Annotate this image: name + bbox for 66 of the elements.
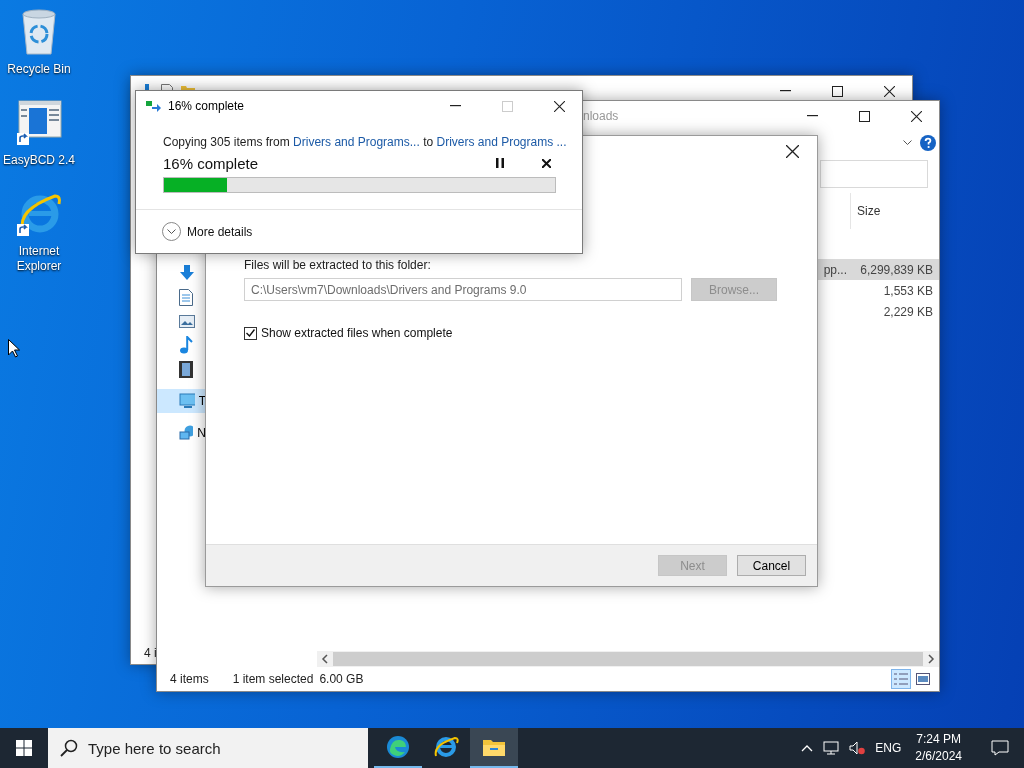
document-icon xyxy=(179,288,193,306)
checkbox[interactable] xyxy=(244,326,257,340)
desktop-icon-label[interactable]: Internet Explorer xyxy=(1,244,77,274)
taskbar-search-field[interactable]: Type here to search xyxy=(48,728,368,768)
computer-icon xyxy=(179,393,195,409)
column-header[interactable]: Size xyxy=(850,193,931,229)
minimize-icon xyxy=(449,105,461,107)
network-icon[interactable] xyxy=(823,741,840,755)
close-icon xyxy=(553,100,565,112)
window-title: 16% complete xyxy=(168,99,246,113)
minimize-icon xyxy=(779,90,791,92)
music-note-icon xyxy=(179,336,193,354)
field-label: Files will be extracted to this folder: xyxy=(244,258,432,272)
chevron-down-icon[interactable] xyxy=(903,140,912,146)
status-text: 4 i xyxy=(144,646,157,660)
copy-icon xyxy=(146,100,162,112)
internet-explorer-icon xyxy=(433,735,459,759)
source-link[interactable]: Drivers and Programs... xyxy=(293,135,420,149)
help-icon[interactable] xyxy=(920,135,936,151)
film-icon xyxy=(179,360,193,378)
minimize-icon xyxy=(806,115,818,117)
file-size: 6,299,839 KB xyxy=(859,262,933,277)
file-name: pp... xyxy=(823,262,847,277)
checkbox-label[interactable]: Show extracted files when complete xyxy=(261,326,453,340)
notification-icon xyxy=(991,740,1009,756)
pictures-icon xyxy=(179,314,195,328)
application-shortcut-icon xyxy=(15,99,63,147)
thumbnail-view-icon xyxy=(916,673,930,685)
status-text: 6.00 GB xyxy=(319,672,364,686)
volume-muted-icon[interactable] xyxy=(849,741,866,755)
navigation-item[interactable]: N xyxy=(157,421,206,445)
recycle-bin-icon xyxy=(19,8,59,56)
language-indicator[interactable]: ENG xyxy=(875,739,902,757)
progress-heading: 16% complete xyxy=(163,154,260,172)
window-title: nloads xyxy=(583,109,620,123)
destination-link[interactable]: Drivers and Programs ... xyxy=(436,135,567,149)
status-text: 1 item selected xyxy=(232,672,314,686)
desktop-icon-label[interactable]: EasyBCD 2.4 xyxy=(1,153,77,168)
more-details-button[interactable]: More details xyxy=(162,222,253,241)
mouse-cursor xyxy=(8,339,20,358)
maximize-icon xyxy=(501,100,513,112)
network-icon xyxy=(179,425,194,441)
pause-icon xyxy=(496,158,504,168)
chevron-up-icon[interactable] xyxy=(801,744,814,752)
windows-logo-icon xyxy=(16,740,32,756)
download-arrow-icon xyxy=(179,264,195,282)
maximize-icon xyxy=(858,110,870,122)
clock[interactable]: 7:24 PM 2/6/2024 xyxy=(915,731,962,765)
search-field[interactable] xyxy=(820,160,928,188)
close-icon xyxy=(883,85,895,97)
taskbar-app-button[interactable] xyxy=(470,728,518,768)
close-icon xyxy=(785,144,799,158)
chevron-circle-icon xyxy=(162,222,181,241)
scrollbar-thumb[interactable] xyxy=(333,652,923,666)
dialog-button[interactable]: Cancel xyxy=(737,555,806,576)
close-icon xyxy=(541,158,551,168)
file-size: 2,229 KB xyxy=(882,304,933,319)
close-icon xyxy=(910,110,922,122)
edge-browser-icon xyxy=(386,735,410,759)
folder-path-field[interactable]: C:\Users\vm7\Downloads\Drivers and Programs 9.0 xyxy=(244,278,682,301)
status-text: 4 items xyxy=(170,672,209,686)
details-view-icon xyxy=(893,673,909,685)
search-icon xyxy=(60,739,78,757)
desktop-icon-label[interactable]: Recycle Bin xyxy=(1,62,77,77)
maximize-icon xyxy=(831,85,843,97)
folder-icon xyxy=(482,737,506,757)
